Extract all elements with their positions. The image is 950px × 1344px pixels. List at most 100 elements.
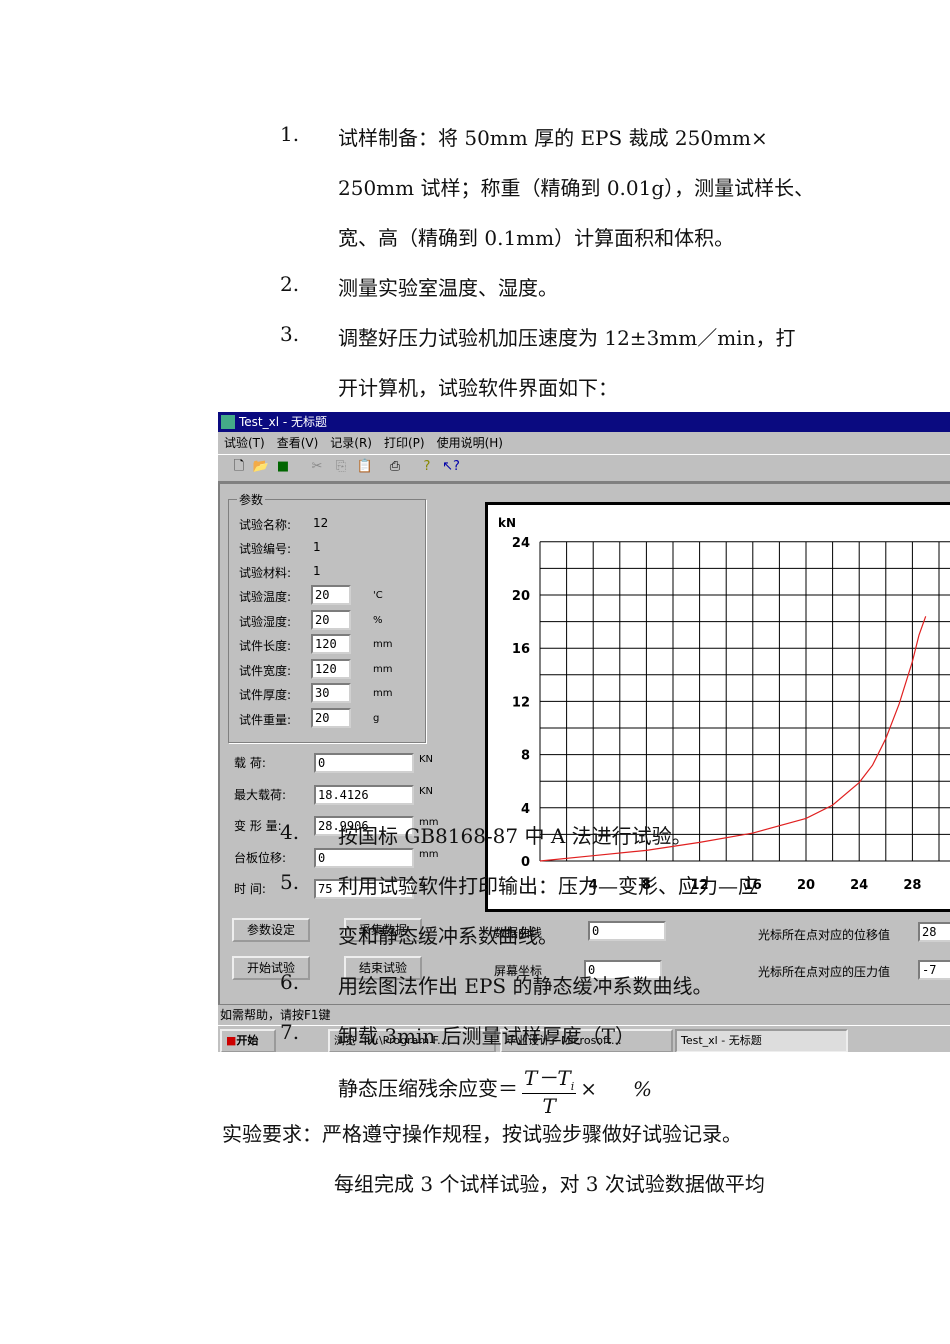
menu-help[interactable]: 使用说明(H) [437,436,503,450]
formula-numerator: T－T [524,1066,571,1090]
params-setting-button[interactable]: 参数设定 [232,918,310,942]
formula-label: 静态压缩残余应变＝ [338,1076,518,1101]
readout-label: 变 形 量: [234,819,282,833]
app-icon [221,415,235,429]
cursor-force-label: 光标所在点对应的压力值 [758,965,891,979]
param-unit: % [373,614,383,626]
y-tick-label: 16 [512,642,530,657]
param-input[interactable]: 120 [311,634,351,654]
help-icon[interactable]: ? [418,459,436,475]
step-text: 卸载 3min 后测量试样厚度（T） [338,1024,636,1048]
readout-label: 最大载荷: [234,787,287,802]
step-text: 250mm 试样；称重（精确到 0.01g），测量试样长、 [338,176,815,200]
test-name-label: 试验名称: [239,518,292,532]
step-text: 利用试验软件打印输出：压力—变形、应力—应 [338,874,758,898]
x-tick-label: 28 [903,878,921,893]
print-icon[interactable]: ⎙ [386,459,404,475]
test-name-value: 12 [313,516,329,530]
param-unit: 'C [373,590,383,601]
param-label: 试件长度: [239,639,292,653]
start-button[interactable]: ■开始 [220,1029,276,1052]
formula-denominator: T [542,1094,556,1118]
step-number: 5. [280,870,300,894]
readout-unit: KN [419,785,434,797]
requirements-line: 实验要求：严格遵守操作规程，按试验步骤做好试验记录。 [222,1122,742,1146]
menu-bar: 试验(T) 查看(V) 记录(R) 打印(P) 使用说明(H) [218,432,509,454]
step-text: 开计算机，试验软件界面如下： [338,376,618,400]
step-text: 按国标 GB8168-87 中 A 法进行试验。 [338,824,692,848]
y-axis-label: kN [498,516,516,530]
step-number: 3. [280,322,300,346]
param-unit: g [373,712,380,724]
param-unit: mm [373,639,393,650]
paste-icon[interactable]: 📋 [356,459,374,475]
readout-unit: KN [419,754,434,765]
menu-record[interactable]: 记录(R) [330,436,372,450]
param-input[interactable]: 20 [311,585,351,605]
cursor-force-input[interactable]: -7 [918,960,950,980]
param-label: 试件厚度: [239,688,292,702]
title-bar: Test_xl - 无标题 [218,412,950,432]
param-label: 试件重量: [239,712,292,727]
test-number-label: 试验编号: [239,542,292,556]
test-number-value: 1 [313,540,321,554]
readout-input[interactable]: 0 [314,753,414,773]
toolbar: 🗋 📂 ■ ✂ ⎘ 📋 ⎙ ? ↖? [218,454,950,482]
requirements-line: 每组完成 3 个试样试验，对 3 次试验数据做平均 [334,1172,765,1196]
context-help-icon[interactable]: ↖? [442,459,460,475]
formula-subscript: i [570,1080,575,1093]
readout-label: 载 荷: [234,756,266,770]
readout-input[interactable]: 18.4126 [314,784,414,805]
param-input[interactable]: 20 [311,609,351,630]
taskbar-item-testxl[interactable]: Test_xl - 无标题 [675,1029,848,1052]
formula-times: × [580,1076,597,1101]
step-number: 6. [280,970,300,994]
param-input[interactable]: 120 [311,658,351,679]
menu-test[interactable]: 试验(T) [224,436,265,450]
step-number: 1. [280,122,300,146]
step-text: 变和静态缓冲系数曲线。 [338,924,558,948]
step-number: 2. [280,272,300,296]
param-label: 试件宽度: [239,663,292,678]
start-label: 开始 [236,1034,259,1047]
y-tick-label: 4 [521,802,530,817]
param-input[interactable]: 30 [311,683,351,703]
open-folder-icon[interactable]: 📂 [252,459,270,475]
step-text: 测量实验室温度、湿度。 [338,276,558,300]
test-software-screenshot: Test_xl - 无标题 试验(T) 查看(V) 记录(R) 打印(P) 使用说明(H… [218,412,950,1052]
step-number: 4. [280,820,300,844]
curve-input[interactable]: 0 [588,921,666,941]
save-icon[interactable]: ■ [274,459,292,475]
step-text: 调整好压力试验机加压速度为 12±3mm／min，打 [338,326,796,350]
param-unit: mm [373,663,393,675]
menu-print[interactable]: 打印(P) [384,436,425,450]
params-group: 参数 试验名称: 12 试验编号: 1 试验材料: 1 试验温度: 20 'C 试验湿… [228,491,426,743]
y-tick-label: 0 [521,855,530,870]
test-material-value: 1 [313,564,321,578]
windows-logo-icon: ■ [226,1034,237,1047]
param-unit: mm [373,688,393,699]
x-tick-label: 24 [850,878,868,893]
y-tick-label: 20 [512,589,530,604]
cut-icon[interactable]: ✂ [308,459,326,475]
menu-view[interactable]: 查看(V) [277,436,319,450]
step-number: 7. [280,1020,300,1044]
formula: 静态压缩残余应变＝ T－Ti T ×% [338,1062,652,1118]
param-input[interactable]: 20 [311,707,351,728]
x-tick-label: 20 [797,878,815,893]
step-text: 用绘图法作出 EPS 的静态缓冲系数曲线。 [338,974,713,998]
chart-panel: kN 0 4 8 12 16 20 24 4 8 12 16 20 24 28 [485,502,950,912]
new-file-icon[interactable]: 🗋 [230,459,248,475]
readout-unit: mm [419,848,439,860]
window-title: Test_xl - 无标题 [239,415,328,429]
readout-input[interactable]: 0 [314,847,414,868]
copy-icon[interactable]: ⎘ [332,459,350,475]
step-text: 宽、高（精确到 0.1mm）计算面积和体积。 [338,226,735,250]
param-label: 试验温度: [239,590,292,604]
param-label: 试验湿度: [239,614,292,629]
test-material-label: 试验材料: [239,566,292,580]
cursor-displacement-input[interactable]: 28 [918,922,950,942]
params-group-label: 参数 [237,491,266,508]
formula-percent: % [632,1076,652,1101]
cursor-displacement-label: 光标所在点对应的位移值 [758,928,891,942]
